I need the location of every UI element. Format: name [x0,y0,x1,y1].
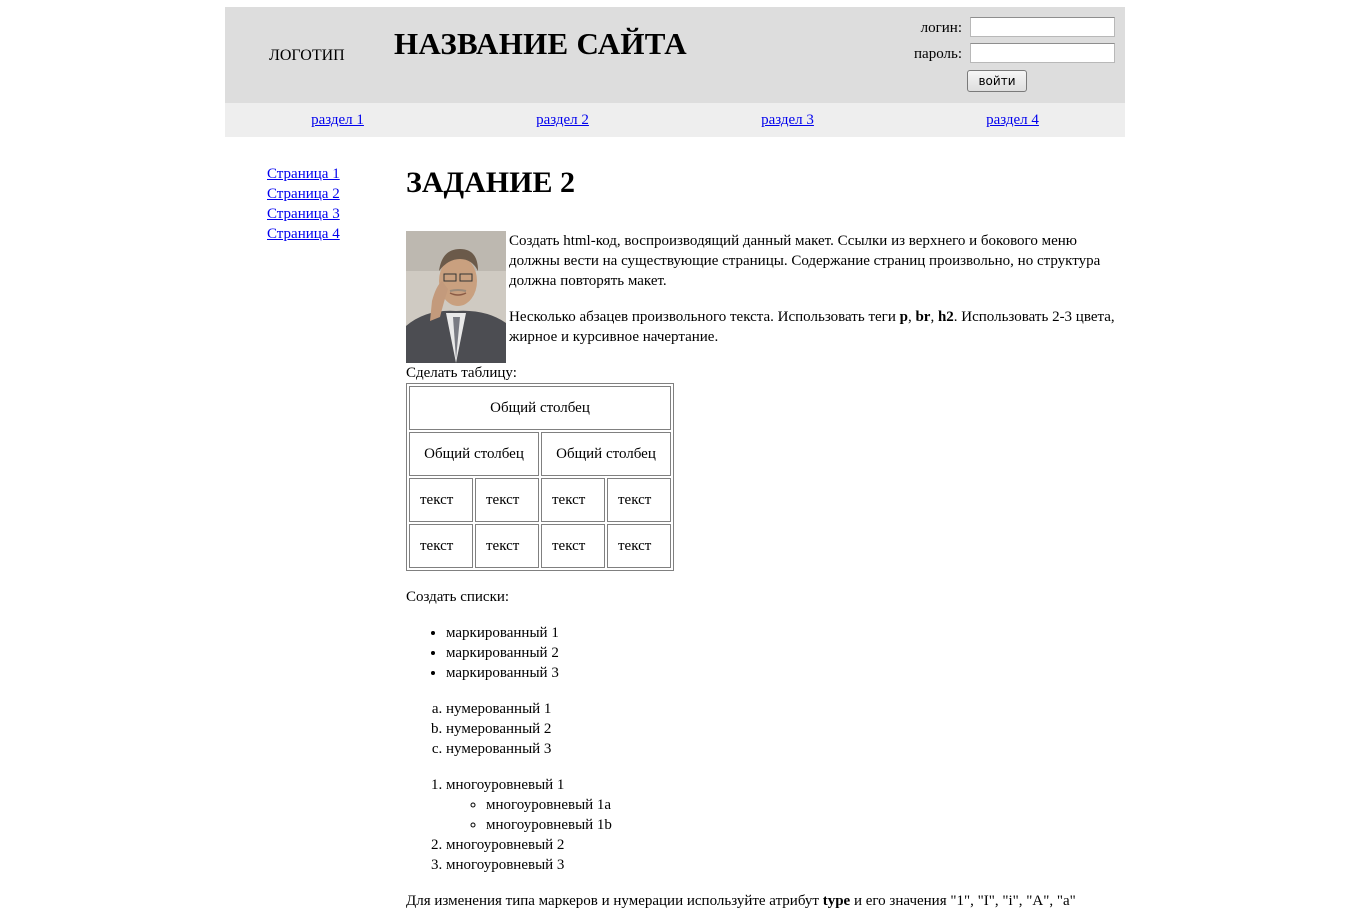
sidebar: Страница 1 Страница 2 Страница 3 Страниц… [267,164,340,244]
sidebar-link-page-4[interactable]: Страница 4 [267,224,340,244]
list-item: многоуровневый 2 [446,835,1118,855]
intro-sep-2: , [930,309,938,325]
sidebar-link-page-1[interactable]: Страница 1 [267,164,340,184]
list-item: многоуровневый 1a [486,795,1118,815]
intro-paragraph-2: Несколько абзацев произвольного текста. … [509,307,1118,347]
page: ЛОГОТИП НАЗВАНИЕ САЙТА логин: пароль: во… [225,7,1125,909]
note-start: Для изменения типа маркеров и нумерации … [406,893,823,909]
note-end: и его значения "1", "I", "i", "A", "a" [850,893,1076,909]
multilevel-item-1: многоуровневый 1 [446,777,565,793]
table-header-left: Общий столбец [409,432,539,476]
table-cell: текст [541,478,605,522]
sidebar-link-page-2[interactable]: Страница 2 [267,184,340,204]
sample-table: Общий столбец Общий столбец Общий столбе… [406,383,674,571]
login-form: логин: пароль: войти [905,16,1117,92]
tag-h2: h2 [937,309,954,325]
lists-caption: Создать списки: [406,589,510,605]
login-button[interactable]: войти [967,70,1027,92]
table-row: Общий столбец [409,386,671,430]
nav-item-section-1: раздел 1 [225,103,450,137]
table-cell: текст [607,478,671,522]
site-title: НАЗВАНИЕ САЙТА [394,26,687,61]
password-row: пароль: [905,42,1117,68]
list-item: маркированный 3 [446,663,1118,683]
nav-item-section-3: раздел 3 [675,103,900,137]
type-attribute-note: Для изменения типа маркеров и нумерации … [406,891,1118,911]
table-row: текст текст текст текст [409,478,671,522]
table-cell: текст [409,478,473,522]
password-input[interactable] [970,43,1115,63]
list-item: нумерованный 2 [446,719,1118,739]
table-caption: Сделать таблицу: [406,365,517,381]
table-row: текст текст текст текст [409,524,671,568]
list-item: многоуровневый 1b [486,815,1118,835]
list-item: многоуровневый 1 многоуровневый 1a много… [446,775,1118,835]
table-cell: текст [475,478,539,522]
login-label: логин: [920,20,962,36]
table-cell: текст [541,524,605,568]
list-item: многоуровневый 3 [446,855,1118,875]
list-item: нумерованный 1 [446,699,1118,719]
header: ЛОГОТИП НАЗВАНИЕ САЙТА логин: пароль: во… [225,7,1125,103]
intro-paragraph-1: Создать html-код, воспроизводящий данный… [509,233,1101,289]
list-item: маркированный 2 [446,643,1118,663]
intro-section: Создать html-код, воспроизводящий данный… [406,231,1118,363]
nav-link-section-3[interactable]: раздел 3 [761,112,814,128]
sidebar-link-page-3[interactable]: Страница 3 [267,204,340,224]
password-label: пароль: [914,46,962,62]
table-header-right: Общий столбец [541,432,671,476]
note-attr: type [822,893,851,909]
nav-link-section-2[interactable]: раздел 2 [536,112,589,128]
multilevel-list: многоуровневый 1 многоуровневый 1a много… [406,775,1118,875]
login-input[interactable] [970,17,1115,37]
numbered-list: нумерованный 1 нумерованный 2 нумерованн… [406,699,1118,759]
table-cell: текст [607,524,671,568]
table-cell: текст [475,524,539,568]
page-title: ЗАДАНИЕ 2 [406,166,575,199]
table-cell: текст [409,524,473,568]
main-content: ЗАДАНИЕ 2 Создать html-код, воспроизводя… [406,157,1118,911]
table-row: Общий столбец Общий столбец [409,432,671,476]
nested-list: многоуровневый 1a многоуровневый 1b [446,795,1118,835]
logo: ЛОГОТИП [269,47,345,64]
login-row: логин: [905,16,1117,42]
nav-link-section-1[interactable]: раздел 1 [311,112,364,128]
nav-item-section-4: раздел 4 [900,103,1125,137]
top-nav: раздел 1 раздел 2 раздел 3 раздел 4 [225,103,1125,137]
list-item: маркированный 1 [446,623,1118,643]
tag-br: br [915,309,931,325]
tag-p: p [899,309,908,325]
bulleted-list: маркированный 1 маркированный 2 маркиров… [406,623,1118,683]
intro-p2-start: Несколько абзацев произвольного текста. … [509,309,900,325]
portrait-photo-icon [406,231,506,363]
list-item: нумерованный 3 [446,739,1118,759]
table-header-full: Общий столбец [409,386,671,430]
nav-item-section-2: раздел 2 [450,103,675,137]
intro-text: Создать html-код, воспроизводящий данный… [509,231,1118,347]
nav-link-section-4[interactable]: раздел 4 [986,112,1039,128]
